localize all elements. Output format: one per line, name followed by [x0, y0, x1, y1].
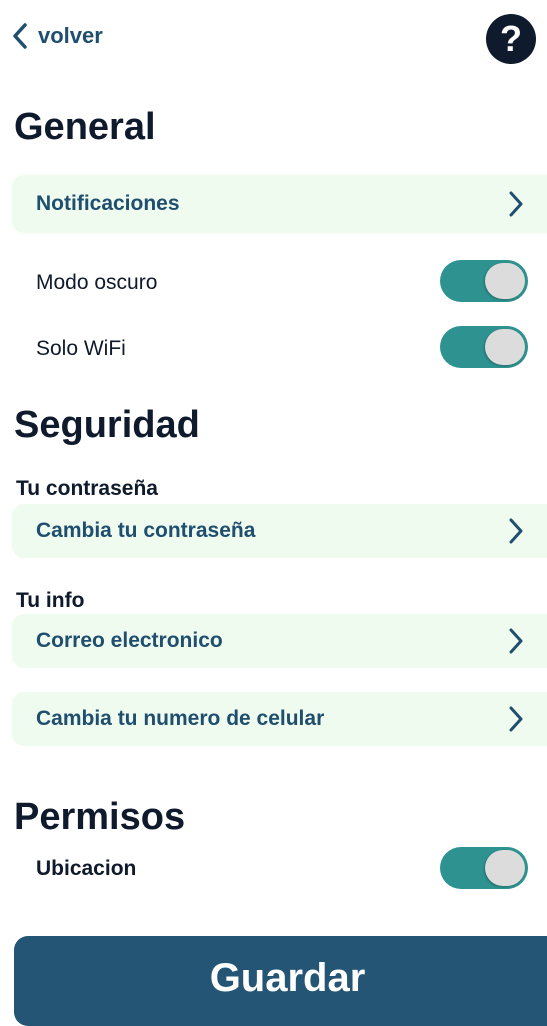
wifi-only-toggle[interactable]: [440, 326, 528, 368]
toggle-knob: [485, 850, 525, 886]
email-label: Correo electronico: [36, 629, 223, 652]
question-mark-icon: ?: [500, 18, 522, 59]
wifi-only-label: Solo WiFi: [36, 337, 126, 360]
chevron-right-icon: [508, 706, 524, 732]
notifications-row[interactable]: Notificaciones: [12, 175, 547, 233]
help-button[interactable]: ?: [486, 14, 536, 64]
location-toggle[interactable]: [440, 847, 528, 889]
dark-mode-label: Modo oscuro: [36, 271, 158, 294]
chevron-left-icon: [12, 23, 28, 49]
email-row[interactable]: Correo electronico: [12, 614, 547, 668]
change-phone-row[interactable]: Cambia tu numero de celular: [12, 692, 547, 746]
chevron-right-icon: [508, 628, 524, 654]
toggle-knob: [485, 329, 525, 365]
back-button[interactable]: volver: [12, 16, 103, 56]
chevron-right-icon: [508, 191, 524, 217]
change-password-label: Cambia tu contraseña: [36, 519, 256, 542]
password-section-label: Tu contraseña: [16, 477, 158, 500]
dark-mode-toggle[interactable]: [440, 260, 528, 302]
location-label: Ubicacion: [36, 857, 137, 880]
toggle-knob: [485, 263, 525, 299]
change-phone-label: Cambia tu numero de celular: [36, 707, 325, 730]
back-label: volver: [38, 23, 103, 48]
section-title-permissions: Permisos: [14, 796, 186, 838]
section-title-general: General: [14, 106, 156, 148]
save-label: Guardar: [209, 956, 366, 1000]
save-button[interactable]: Guardar: [14, 936, 547, 1026]
notifications-label: Notificaciones: [36, 192, 180, 215]
chevron-right-icon: [508, 518, 524, 544]
change-password-row[interactable]: Cambia tu contraseña: [12, 504, 547, 558]
info-section-label: Tu info: [16, 589, 85, 612]
section-title-security: Seguridad: [14, 404, 200, 446]
